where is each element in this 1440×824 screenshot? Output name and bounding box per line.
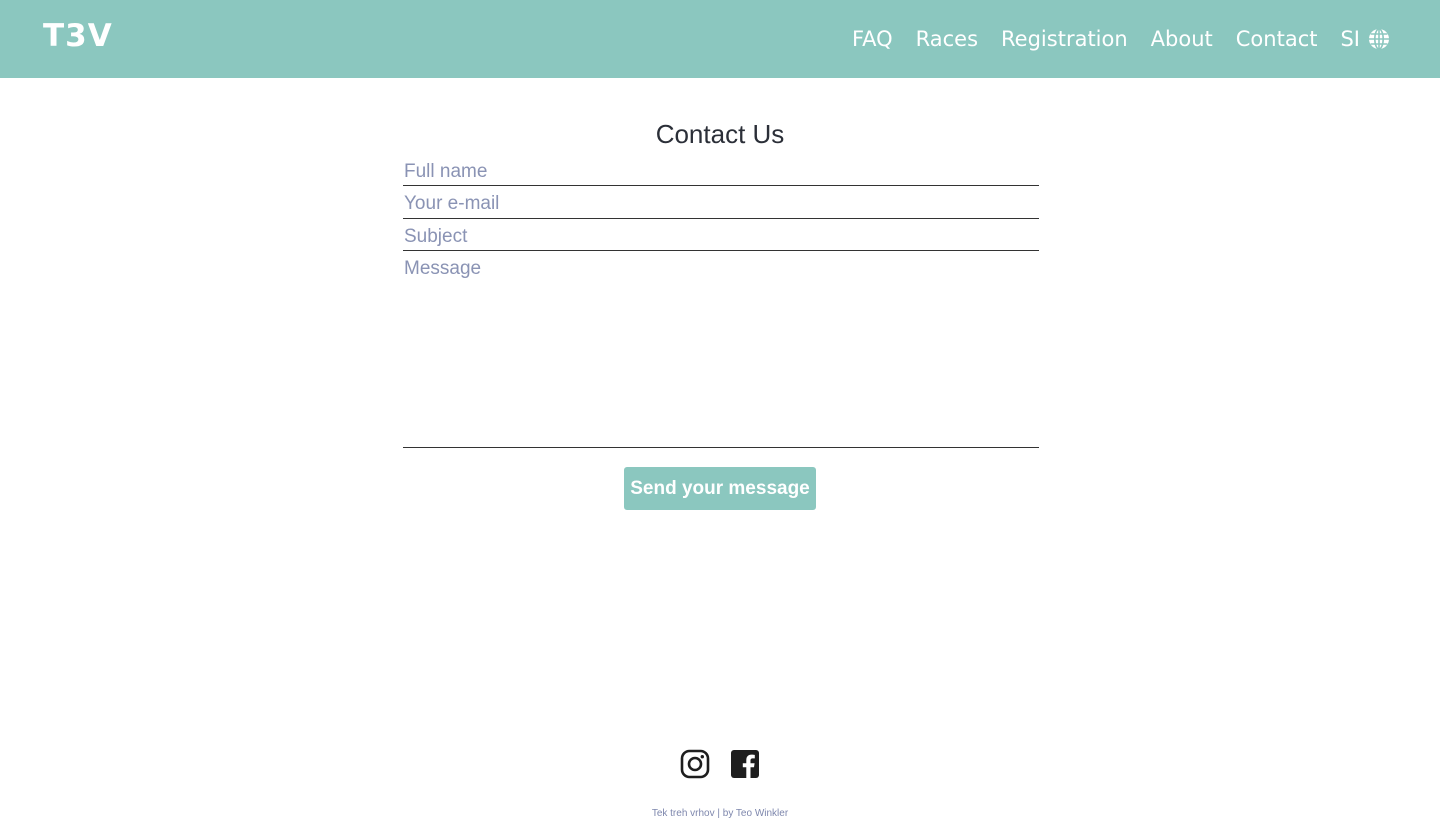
top-navbar: T3V FAQ Races Registration About Contact… xyxy=(0,0,1440,78)
main-nav: FAQ Races Registration About Contact SI xyxy=(829,22,1390,56)
message-textarea[interactable] xyxy=(403,253,1039,448)
globe-icon xyxy=(1369,28,1389,50)
nav-link-contact[interactable]: Contact xyxy=(1236,22,1318,56)
page-title: Contact Us xyxy=(655,119,785,149)
nav-link-races[interactable]: Races xyxy=(916,22,978,56)
subject-input[interactable] xyxy=(403,221,1039,251)
language-label: SI xyxy=(1340,27,1360,51)
facebook-icon xyxy=(731,750,759,778)
social-links xyxy=(0,749,1440,779)
footer-credit: Tek treh vrhov | by Teo Winkler xyxy=(651,808,789,819)
logo[interactable]: T3V xyxy=(43,16,113,56)
language-switcher[interactable]: SI xyxy=(1340,22,1390,56)
facebook-link[interactable] xyxy=(730,749,760,779)
nav-link-registration[interactable]: Registration xyxy=(1001,22,1128,56)
full-name-input[interactable] xyxy=(403,156,1039,186)
send-message-button[interactable]: Send your message xyxy=(624,467,816,510)
nav-link-faq[interactable]: FAQ xyxy=(852,22,893,56)
instagram-icon xyxy=(680,749,710,779)
instagram-link[interactable] xyxy=(680,749,710,779)
contact-form xyxy=(403,156,1039,448)
email-input[interactable] xyxy=(403,188,1039,219)
nav-link-about[interactable]: About xyxy=(1151,22,1213,56)
